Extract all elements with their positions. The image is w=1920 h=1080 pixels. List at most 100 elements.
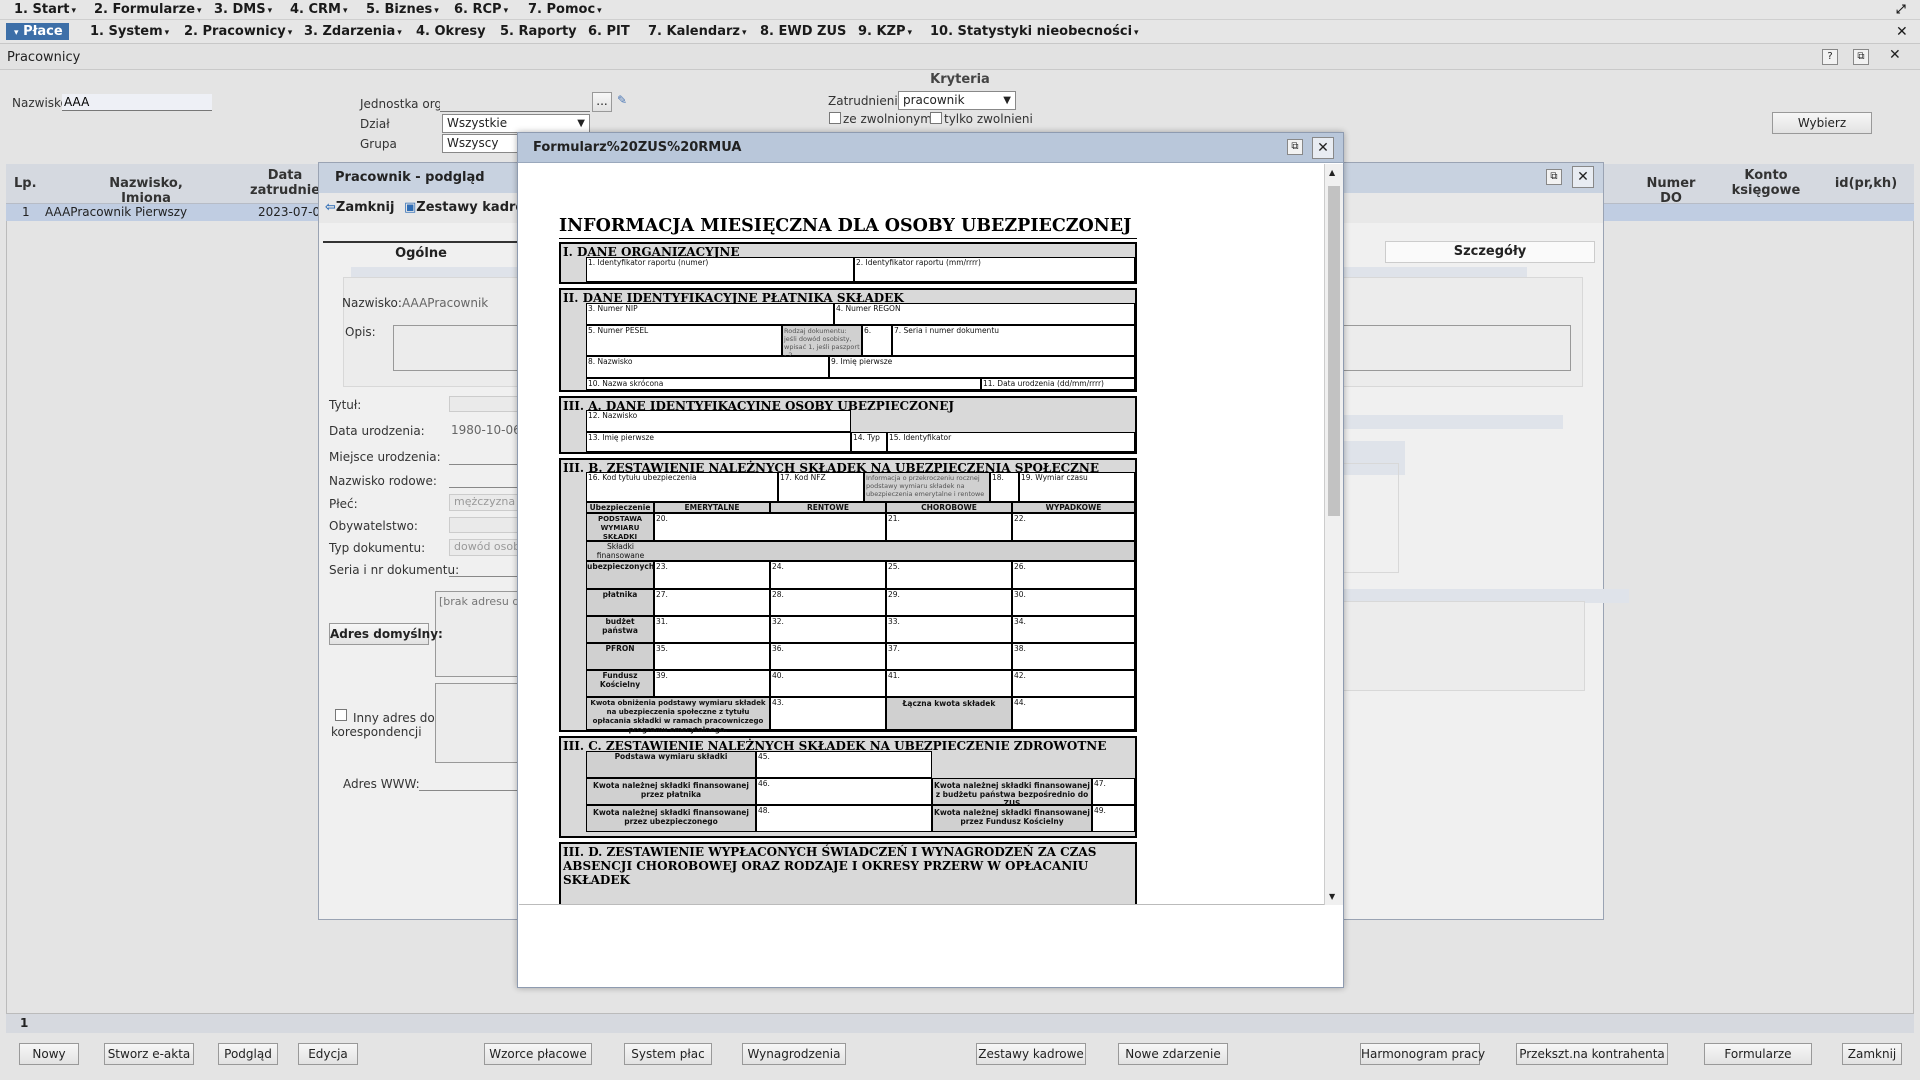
- field-28: 28.: [770, 589, 886, 616]
- formularze-button[interactable]: Formularze: [1704, 1043, 1812, 1065]
- menu-pomoc[interactable]: 7. Pomoc ▾: [528, 2, 602, 17]
- tab-szczegoly[interactable]: Szczegóły: [1385, 241, 1595, 263]
- jednostka-browse-button[interactable]: ...: [592, 92, 612, 112]
- menu-pit[interactable]: 6. PIT: [588, 24, 630, 39]
- ze-zwolnionymi-checkbox[interactable]: [829, 112, 841, 124]
- adres-www-label: Adres WWW:: [343, 777, 420, 791]
- harmonogram-button[interactable]: Harmonogram pracy: [1360, 1043, 1485, 1065]
- col-konto[interactable]: Konto księgowe: [1728, 168, 1804, 198]
- section-3b: III. B. ZESTAWIENIE NALEŻNYCH SKŁADEK NA…: [559, 458, 1137, 734]
- zatrudnienie-select[interactable]: pracownik ▼: [898, 91, 1016, 110]
- col-id[interactable]: id(pr,kh): [1826, 176, 1906, 191]
- detail-box-2: [1339, 463, 1399, 573]
- field-15: 15. Identyfikator: [887, 432, 1135, 452]
- jednostka-input[interactable]: [440, 95, 590, 112]
- menu-formularze[interactable]: 2. Formularze ▾: [94, 2, 202, 17]
- eraser-icon[interactable]: ✎: [617, 93, 627, 107]
- tab-ogolne[interactable]: Ogólne: [323, 241, 519, 269]
- system-plac-button[interactable]: System płac: [624, 1043, 712, 1065]
- nowy-button[interactable]: Nowy: [19, 1043, 79, 1065]
- field-42-label: 42.: [1014, 671, 1026, 680]
- zatrudnienie-label: Zatrudnienie: [828, 94, 906, 108]
- nowe-zdarzenie-button[interactable]: Nowe zdarzenie: [1118, 1043, 1228, 1065]
- menu-raporty[interactable]: 5. Raporty: [500, 24, 577, 39]
- field-30-label: 30.: [1014, 590, 1026, 599]
- field-17-label: 17. Kod NFZ: [780, 473, 826, 482]
- field-20-label: 20.: [656, 514, 668, 523]
- row-label-ubezpieczonych: ubezpieczonych: [586, 561, 654, 589]
- detail-box: [1339, 601, 1585, 691]
- field-1-label: 1. Identyfikator raportu (numer): [588, 258, 709, 267]
- dzial-select[interactable]: Wszystkie ▼: [442, 114, 590, 133]
- pdf-page[interactable]: INFORMACJA MIESIĘCZNA DLA OSOBY UBEZPIEC…: [519, 164, 1324, 905]
- menu-place[interactable]: ▾ Płace: [6, 23, 69, 40]
- stworz-eakta-button[interactable]: Stworz e-akta: [104, 1043, 194, 1065]
- menu-dms[interactable]: 3. DMS ▾: [214, 2, 272, 17]
- popout-icon[interactable]: ⧉: [1853, 49, 1869, 65]
- close-icon[interactable]: ✕: [1312, 137, 1334, 159]
- field-19: 19. Wymiar czasu: [1019, 472, 1135, 502]
- field-12-label: 12. Nazwisko: [588, 411, 638, 420]
- popout-icon[interactable]: ⧉: [1546, 169, 1562, 185]
- zestawy-kadrowe-button[interactable]: Zestawy kadrowe: [976, 1043, 1086, 1065]
- dialog-zamknij-button[interactable]: ⇦Zamknij: [325, 200, 394, 215]
- data-urodzenia-label: Data urodzenia:: [329, 424, 425, 438]
- menu-rcp[interactable]: 6. RCP ▾: [454, 2, 508, 17]
- tylko-zwolnieni-checkbox[interactable]: [930, 112, 942, 124]
- menu-pracownicy[interactable]: 2. Pracownicy ▾: [184, 24, 292, 39]
- scroll-up-icon[interactable]: ▲: [1329, 168, 1335, 177]
- menu-system[interactable]: 1. System ▾: [90, 24, 169, 39]
- field-43: 43.: [770, 697, 886, 730]
- rodzaj-dokumentu-note: Rodzaj dokumentu: jeśli dowód osobisty, …: [782, 325, 862, 359]
- wynagrodzenia-button[interactable]: Wynagrodzenia: [742, 1043, 846, 1065]
- wzorce-placowe-button[interactable]: Wzorce płacowe: [484, 1043, 592, 1065]
- scroll-thumb[interactable]: [1328, 186, 1340, 516]
- menu-crm[interactable]: 4. CRM ▾: [290, 2, 348, 17]
- menu-zdarzenia[interactable]: 3. Zdarzenia ▾: [304, 24, 402, 39]
- kwota-ubezp-label: Kwota należnej składki finansowanej prze…: [586, 805, 756, 832]
- fullscreen-icon[interactable]: ⤢: [1896, 2, 1906, 17]
- close-icon[interactable]: ✕: [1572, 166, 1594, 188]
- col-nazwisko[interactable]: Nazwisko, Imiona: [86, 176, 206, 206]
- field-34: 34.: [1012, 616, 1135, 643]
- wybierz-button[interactable]: Wybierz: [1772, 112, 1872, 134]
- adres-domyslny-button[interactable]: Adres domyślny:: [329, 623, 443, 645]
- field-9-label: 9. Imię pierwsze: [831, 357, 893, 366]
- menu-start[interactable]: 1. Start ▾: [14, 2, 76, 17]
- field-2-label: 2. Identyfikator raportu (mm/rrrr): [856, 258, 981, 267]
- help-icon[interactable]: ?: [1822, 49, 1838, 65]
- field-12: 12. Nazwisko: [586, 410, 851, 432]
- field-43-label: 43.: [772, 698, 784, 707]
- field-2: 2. Identyfikator raportu (mm/rrrr): [854, 257, 1135, 282]
- podglad-button[interactable]: Podgląd: [218, 1043, 278, 1065]
- field-49-label: 49.: [1094, 806, 1106, 815]
- close-app-icon[interactable]: ✕: [1896, 24, 1908, 40]
- menu-biznes[interactable]: 5. Biznes ▾: [366, 2, 439, 17]
- field-47-label: 47.: [1094, 779, 1106, 788]
- edycja-button[interactable]: Edycja: [298, 1043, 358, 1065]
- menu-okresy[interactable]: 4. Okresy: [416, 24, 486, 39]
- menu-kalendarz[interactable]: 7. Kalendarz ▾: [648, 24, 746, 39]
- adres-www-input[interactable]: [419, 790, 529, 791]
- pdf-scrollbar[interactable]: ▲ ▼: [1324, 164, 1343, 905]
- field-23: 23.: [654, 561, 770, 589]
- col-data-zatrudnienia[interactable]: Data zatrudnienia: [250, 168, 343, 198]
- inny-adres-label: Inny adres do korespondencji: [331, 711, 435, 739]
- heading-rule: [559, 238, 1137, 239]
- col-numer-do[interactable]: Numer DO: [1636, 176, 1706, 206]
- field-44: 44.: [1012, 697, 1135, 730]
- close-icon[interactable]: ✕: [1889, 47, 1901, 63]
- field-29-label: 29.: [888, 590, 900, 599]
- menu-ewd-zus[interactable]: 8. EWD ZUS: [760, 24, 846, 39]
- scroll-down-icon[interactable]: ▼: [1329, 892, 1335, 901]
- field-40: 40.: [770, 670, 886, 697]
- chevron-down-icon: ▼: [577, 118, 585, 129]
- zamknij-button[interactable]: Zamknij: [1842, 1043, 1902, 1065]
- przekszt-kontrahenta-button[interactable]: Przekszt.na kontrahenta: [1516, 1043, 1668, 1065]
- data-urodzenia-value[interactable]: 1980-10-06: [451, 423, 521, 437]
- menu-kzp[interactable]: 9. KZP ▾: [858, 24, 912, 39]
- menu-statystyki[interactable]: 10. Statystyki nieobecności ▾: [930, 24, 1139, 39]
- nazwisko-input[interactable]: [62, 94, 212, 111]
- col-lp[interactable]: Lp.: [14, 176, 37, 191]
- restore-icon[interactable]: ⧉: [1287, 139, 1303, 155]
